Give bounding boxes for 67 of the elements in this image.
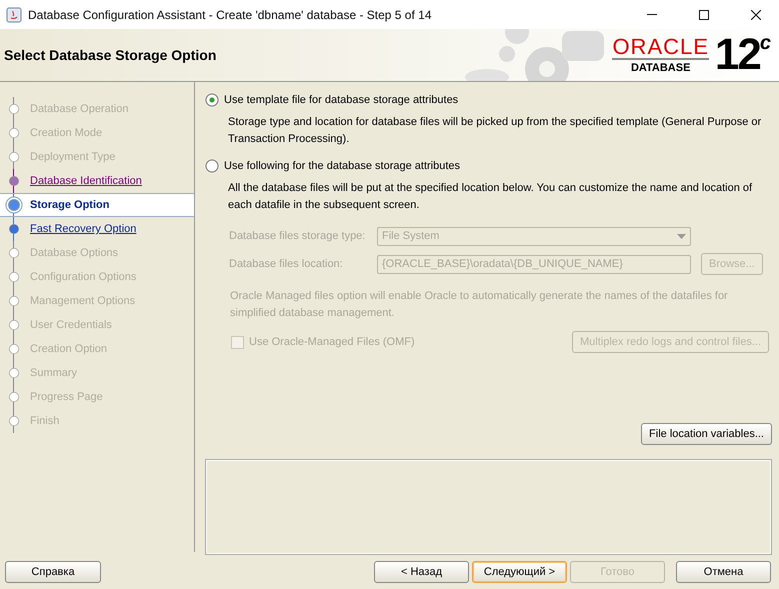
option-label: Use following for the database storage attributes — [224, 160, 460, 172]
step-item[interactable]: Creation Option — [0, 337, 194, 361]
step-item[interactable]: Database Operation — [0, 97, 194, 121]
checkbox-label: Use Oracle-Managed Files (OMF) — [249, 336, 415, 348]
app-icon — [6, 6, 22, 22]
wizard-button[interactable]: Следующий > — [472, 561, 567, 583]
step-label: Creation Mode — [30, 127, 102, 139]
step-label: Deployment Type — [30, 151, 116, 163]
omf-note: Oracle Managed files option will enable Oracle to automatically generate the names of the datafiles for simplified database management. — [230, 289, 729, 321]
step-item[interactable]: Fast Recovery Option — [0, 217, 194, 241]
help-button[interactable]: Справка — [5, 561, 101, 583]
step-node-icon — [5, 196, 23, 214]
step-item[interactable]: Management Options — [0, 289, 194, 313]
maximize-icon — [699, 10, 709, 20]
file-location-variables-button[interactable]: File location variables... — [641, 423, 772, 445]
step-label: Finish — [30, 415, 60, 427]
brand-logo: ORACLE — [612, 36, 709, 60]
close-icon — [751, 10, 761, 20]
step-node-icon — [8, 343, 20, 355]
radio-button[interactable] — [205, 159, 219, 173]
step-node-icon — [8, 271, 20, 283]
version-label: 12$^{c}$ — [714, 33, 769, 77]
step-label: Configuration Options — [30, 271, 136, 283]
step-label: Summary — [30, 367, 78, 379]
step-node-icon — [8, 319, 20, 331]
step-label: Database Operation — [30, 103, 128, 115]
wizard-button[interactable]: < Назад — [374, 561, 469, 583]
step-item[interactable]: Storage Option — [0, 193, 194, 217]
step-item[interactable]: Database Options — [0, 241, 194, 265]
step-node-icon — [8, 295, 20, 307]
option-label: Use template file for database storage attributes — [224, 94, 458, 106]
step-item[interactable]: Finish — [0, 409, 194, 433]
step-label: Fast Recovery Option — [30, 223, 136, 235]
step-label: Progress Page — [30, 391, 103, 403]
field-label: Database files storage type: — [229, 230, 366, 242]
page-title: Select Database Storage Option — [3, 47, 218, 63]
step-node-icon — [8, 103, 20, 115]
step-item[interactable]: Database Identification — [0, 169, 194, 193]
step-node-icon — [8, 175, 20, 187]
dropdown-caret-icon — [677, 234, 686, 238]
option-description: All the database files will be put at the specified location below. You can customize the name and location of each datafile in the subsequent screen. — [228, 181, 754, 213]
step-label: Database Options — [30, 247, 118, 259]
wizard-button[interactable]: Отмена — [676, 561, 771, 583]
field-label: Database files location: — [229, 258, 344, 270]
step-node-icon — [8, 223, 20, 235]
step-label: User Credentials — [30, 319, 112, 331]
step-item[interactable]: Deployment Type — [0, 145, 194, 169]
step-label: Creation Option — [30, 343, 108, 355]
step-label: Management Options — [30, 295, 136, 307]
step-item[interactable]: Progress Page — [0, 385, 194, 409]
step-node-icon — [8, 415, 20, 427]
product-name: DATABASE — [630, 62, 690, 74]
step-node-icon — [8, 367, 20, 379]
step-node-icon — [8, 247, 20, 259]
step-node-icon — [8, 127, 20, 139]
step-node-icon — [8, 151, 20, 163]
step-label: Storage Option — [30, 199, 110, 211]
step-item[interactable]: Configuration Options — [0, 265, 194, 289]
option-description: Storage type and location for database files will be picked up from the specified template (General Purpose or Transaction Processing). — [228, 115, 762, 147]
step-item[interactable]: Summary — [0, 361, 194, 385]
radio-button[interactable] — [205, 93, 219, 107]
window-title: Database Configuration Assistant - Create 'dbname' database - Step 5 of 14 — [28, 8, 432, 22]
step-label: Database Identification — [30, 175, 142, 187]
step-item[interactable]: User Credentials — [0, 313, 194, 337]
step-node-icon — [8, 391, 20, 403]
minimize-icon — [647, 14, 657, 15]
step-item[interactable]: Creation Mode — [0, 121, 194, 145]
